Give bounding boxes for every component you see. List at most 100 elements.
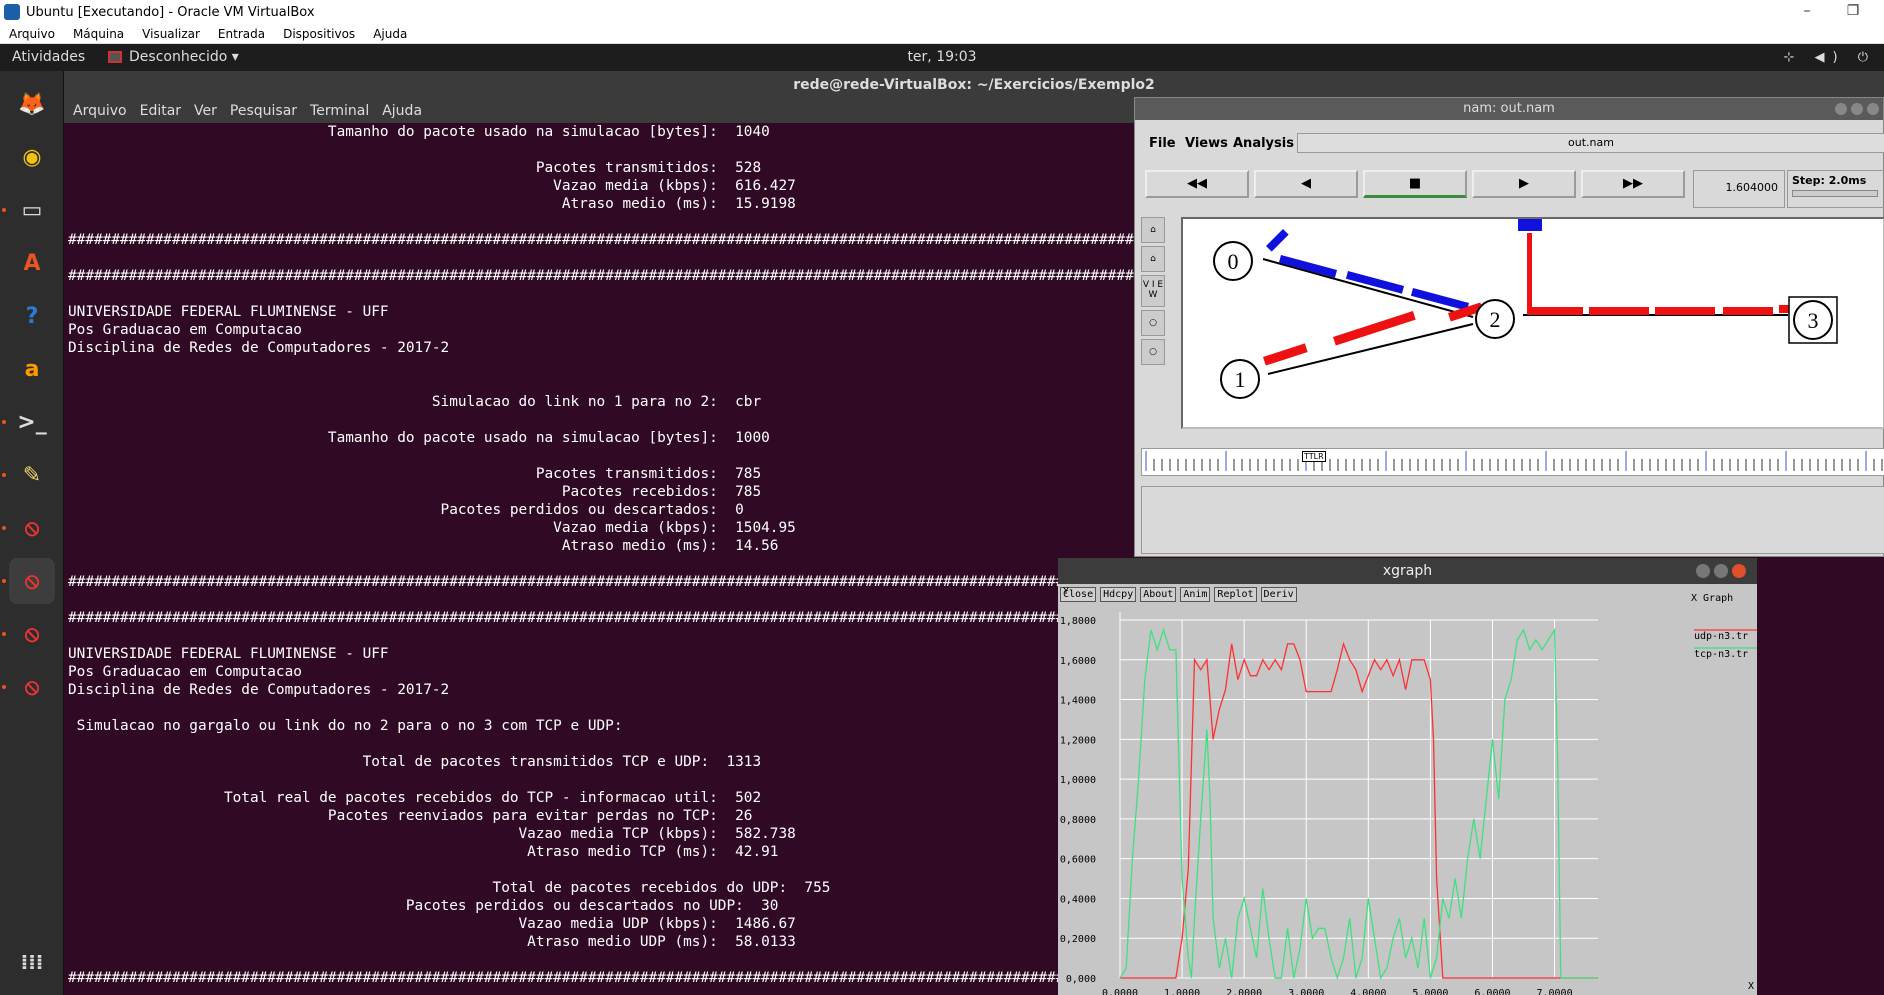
terminal-line: Simulacao no gargalo ou link do no 2 par…: [68, 718, 623, 734]
app-menu[interactable]: Desconhecido ▾: [108, 49, 239, 65]
terminal-icon[interactable]: >_: [9, 399, 55, 445]
y-tick-label: 0,000: [1066, 974, 1096, 985]
vbox-menu-visualizar[interactable]: Visualizar: [142, 27, 200, 41]
node-0[interactable]: 0: [1213, 241, 1253, 281]
running-indicator: [2, 208, 6, 212]
terminal-menu-ver[interactable]: Ver: [194, 103, 217, 119]
step-slider[interactable]: [1792, 190, 1878, 197]
terminal-line: Atraso medio (ms): 15.9198: [68, 196, 796, 212]
show-applications-icon[interactable]: ⁞⁞⁞: [9, 939, 55, 985]
unknown-app-icon-1[interactable]: ⦸: [9, 505, 55, 551]
y-tick-label: 0,8000: [1060, 815, 1096, 826]
nam-annotation-panel[interactable]: [1141, 486, 1884, 554]
text-editor-icon[interactable]: ✎: [9, 452, 55, 498]
terminal-line: Atraso medio TCP (ms): 42.91: [68, 844, 779, 860]
nam-step-control[interactable]: Step: 2.0ms: [1787, 170, 1884, 208]
terminal-line: Simulacao do link no 1 para no 2: cbr: [68, 394, 762, 410]
firefox-icon[interactable]: 🦊: [9, 81, 55, 127]
unknown-app-icon-4[interactable]: ⦸: [9, 664, 55, 710]
xgraph-close-icon[interactable]: [1732, 564, 1746, 578]
amazon-icon[interactable]: a: [9, 346, 55, 392]
terminal-menu-ajuda[interactable]: Ajuda: [382, 103, 422, 119]
terminal-line: Pacotes reenviados para evitar perdas no…: [68, 808, 753, 824]
node-1[interactable]: 1: [1220, 359, 1260, 399]
circle-tool-button[interactable]: ○: [1141, 310, 1165, 336]
terminal-line: Pacotes perdidos ou descartados no UDP: …: [68, 898, 779, 914]
nam-step-label: Step: 2.0ms: [1792, 174, 1867, 187]
nam-topology-canvas[interactable]: 0 1 2 3: [1181, 217, 1884, 429]
minimize-button[interactable]: –: [1784, 0, 1830, 24]
terminal-line: Pacotes transmitidos: 528: [68, 160, 762, 176]
nam-menu-views[interactable]: Views: [1185, 136, 1228, 151]
y-tick-label: 1,4000: [1060, 696, 1096, 707]
running-indicator: [2, 420, 6, 424]
xgraph-maximize-icon[interactable]: [1714, 564, 1728, 578]
zoom-out-button[interactable]: ⌂: [1141, 246, 1165, 272]
y-tick-label: 0,4000: [1060, 894, 1096, 905]
svg-text:3: 3: [1808, 308, 1819, 333]
packets-udp: [1263, 233, 1795, 366]
files-icon[interactable]: ▭: [9, 187, 55, 233]
running-indicator: [2, 473, 6, 477]
nam-menu-file[interactable]: File: [1149, 136, 1176, 151]
nam-minimize-icon[interactable]: [1835, 103, 1847, 115]
help-icon[interactable]: ?: [9, 293, 55, 339]
terminal-line: Vazao media (kbps): 1504.95: [68, 520, 796, 536]
rhythmbox-icon[interactable]: ◉: [9, 134, 55, 180]
terminal-line: ########################################…: [68, 574, 1138, 590]
nam-timeline[interactable]: TTLR: [1141, 448, 1884, 476]
running-indicator: [2, 632, 6, 636]
zoom-in-button[interactable]: ⌂: [1141, 217, 1165, 243]
stop-button[interactable]: ■: [1363, 170, 1467, 198]
fast-forward-button[interactable]: ▶▶: [1581, 170, 1685, 198]
xgraph-chart: X Graph Y X 0,000 0,2000 0,4000 0,6000 0,800…: [1060, 586, 1757, 995]
terminal-menu-arquivo[interactable]: Arquivo: [73, 103, 127, 119]
play-forward-button[interactable]: ▶: [1472, 170, 1576, 198]
node-3[interactable]: 3: [1788, 296, 1838, 344]
play-backward-button[interactable]: ◀: [1254, 170, 1358, 198]
clock[interactable]: ter, 19:03: [0, 49, 1884, 65]
nam-close-icon[interactable]: [1867, 103, 1879, 115]
vbox-menu-maquina[interactable]: Máquina: [73, 27, 124, 41]
system-tray[interactable]: ⊹ ◀) ⏻: [1783, 50, 1876, 65]
terminal-line: Vazao media (kbps): 616.427: [68, 178, 796, 194]
nam-maximize-icon[interactable]: [1851, 103, 1863, 115]
terminal-menu-editar[interactable]: Editar: [140, 103, 181, 119]
terminal-menu-terminal[interactable]: Terminal: [310, 103, 369, 119]
x-tick-label: 3,0000: [1288, 988, 1324, 995]
activities-button[interactable]: Atividades: [12, 49, 85, 65]
terminal-line: Pos Graduacao em Computacao: [68, 664, 302, 680]
link-0-2: [1262, 258, 1474, 318]
vbox-menu-ajuda[interactable]: Ajuda: [373, 27, 407, 41]
terminal-line: Total de pacotes recebidos do UDP: 755: [68, 880, 831, 896]
series-line-udp-n3-tr: [1120, 641, 1598, 979]
vbox-menu-entrada[interactable]: Entrada: [218, 27, 265, 41]
gnome-topbar: ter, 19:03 Atividades Desconhecido ▾ ⊹ ◀…: [0, 44, 1884, 71]
terminal-line: Pacotes perdidos ou descartados: 0: [68, 502, 744, 518]
point-tool-button[interactable]: ○: [1141, 339, 1165, 365]
vbox-menu-arquivo[interactable]: Arquivo: [9, 27, 55, 41]
unknown-app-icon-3[interactable]: ⦸: [9, 611, 55, 657]
restore-button[interactable]: ❐: [1830, 0, 1876, 24]
nam-side-toolbar: ⌂ ⌂ V I E W ○ ○: [1141, 217, 1167, 397]
unknown-app-icon-2[interactable]: ⦸: [9, 558, 55, 604]
nam-filename: out.nam: [1297, 133, 1884, 153]
software-center-icon[interactable]: A: [9, 240, 55, 286]
terminal-menu-pesquisar[interactable]: Pesquisar: [230, 103, 297, 119]
nam-menu-analysis[interactable]: Analysis: [1233, 136, 1294, 151]
vbox-menu-dispositivos[interactable]: Dispositivos: [283, 27, 355, 41]
view-button[interactable]: V I E W: [1141, 275, 1165, 307]
xgraph-minimize-icon[interactable]: [1696, 564, 1710, 578]
running-indicator: [2, 579, 6, 583]
x-tick-label: 0,0000: [1102, 988, 1138, 995]
terminal-line: Pacotes recebidos: 785: [68, 484, 762, 500]
rewind-button[interactable]: ◀◀: [1145, 170, 1249, 198]
node-2[interactable]: 2: [1475, 299, 1515, 339]
